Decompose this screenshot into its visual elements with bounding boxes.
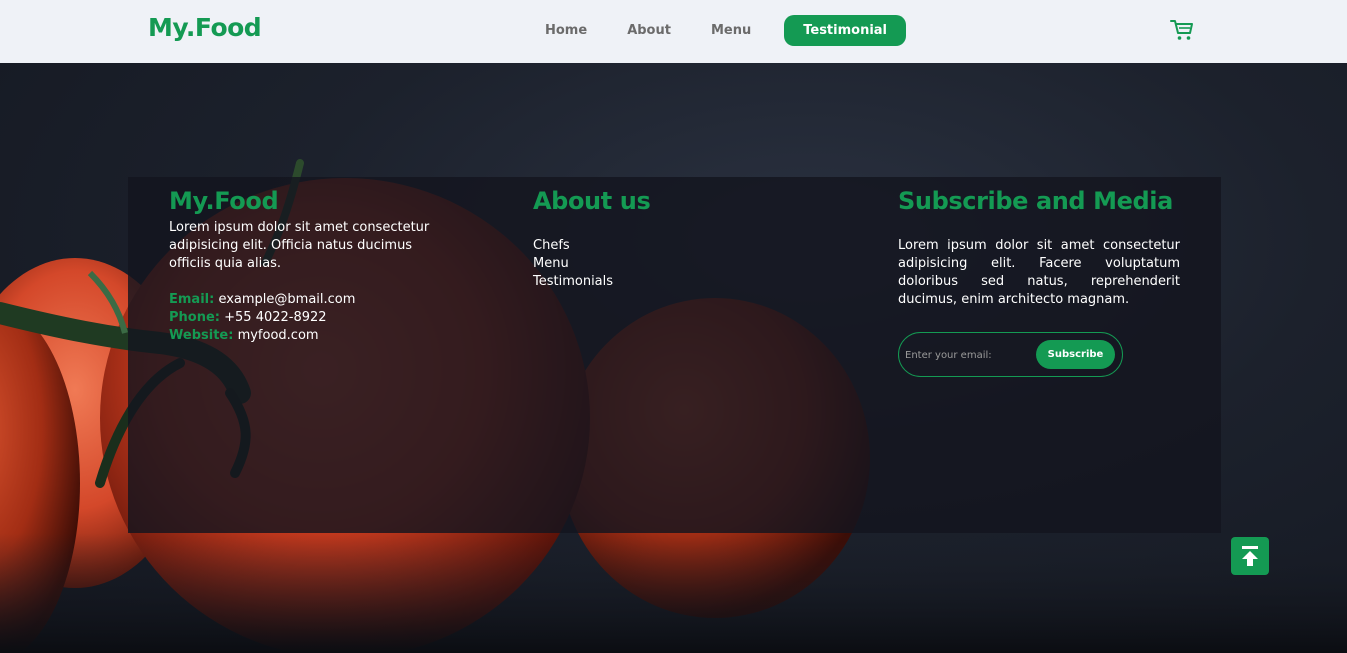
footer-brand-title: My.Food: [169, 187, 279, 215]
footer-about-column: About us Chefs Menu Testimonials: [533, 187, 773, 291]
phone-label: Phone:: [169, 310, 220, 325]
nav-home[interactable]: Home: [525, 15, 607, 46]
email-label: Email:: [169, 292, 215, 307]
footer-link-menu[interactable]: Menu: [533, 255, 773, 273]
footer-subscribe-description: Lorem ipsum dolor sit amet consectetur a…: [898, 238, 1180, 307]
nav-about[interactable]: About: [607, 15, 691, 46]
footer-subscribe-title: Subscribe and Media: [898, 187, 1173, 215]
footer-brand-column: My.Food Lorem ipsum dolor sit amet conse…: [169, 187, 434, 345]
footer-about-links: Chefs Menu Testimonials: [533, 237, 773, 291]
footer-brand-description: Lorem ipsum dolor sit amet consectetur a…: [169, 220, 430, 271]
nav-testimonial[interactable]: Testimonial: [784, 15, 907, 46]
footer-panel: My.Food Lorem ipsum dolor sit amet conse…: [128, 177, 1221, 533]
scroll-to-top-button[interactable]: [1231, 537, 1269, 575]
subscribe-button[interactable]: Subscribe: [1036, 340, 1115, 369]
footer-subscribe-column: Subscribe and Media Lorem ipsum dolor si…: [898, 187, 1180, 309]
contact-website: Website: myfood.com: [169, 327, 434, 345]
subscribe-form: Subscribe: [898, 332, 1123, 377]
website-label: Website:: [169, 328, 234, 343]
contact-email: Email: example@bmail.com: [169, 291, 434, 309]
site-header: My.Food Home About Menu Testimonial: [0, 0, 1347, 63]
nav-menu[interactable]: Menu: [691, 15, 771, 46]
logo[interactable]: My.Food: [148, 13, 262, 42]
email-link[interactable]: example@bmail.com: [218, 292, 355, 307]
phone-value: +55 4022-8922: [224, 310, 327, 325]
main-nav: Home About Menu Testimonial: [525, 15, 907, 46]
footer-link-chefs[interactable]: Chefs: [533, 237, 773, 255]
contact-phone: Phone: +55 4022-8922: [169, 309, 434, 327]
arrow-up-to-top-icon: [1242, 546, 1258, 566]
website-link[interactable]: myfood.com: [238, 328, 319, 343]
cart-icon[interactable]: [1170, 19, 1194, 41]
subscribe-email-input[interactable]: [905, 345, 1030, 365]
footer-about-title: About us: [533, 187, 651, 215]
footer-link-testimonials[interactable]: Testimonials: [533, 273, 773, 291]
